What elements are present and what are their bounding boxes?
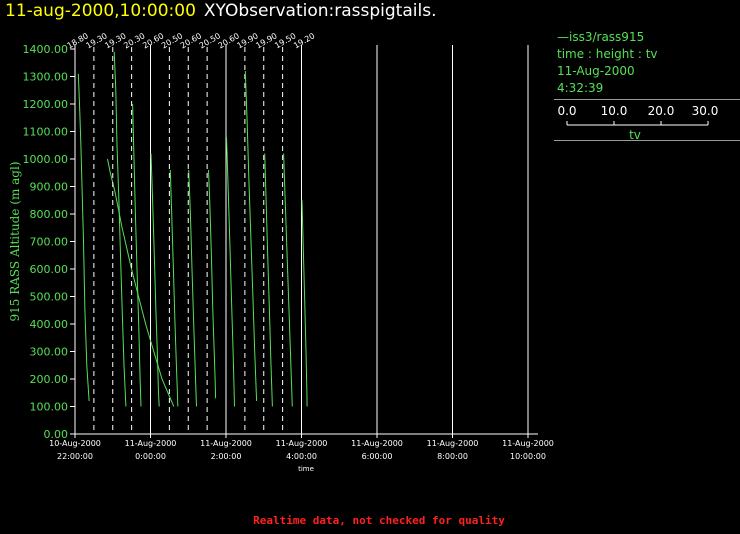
y-tick-label: 1300.00 [23, 71, 69, 84]
y-tick-label: 1100.00 [23, 126, 69, 139]
legend-divider [554, 99, 740, 100]
x-tick-time: 10:00:00 [510, 452, 546, 461]
y-tick-label: 900.00 [30, 181, 69, 194]
profile-line [132, 103, 142, 407]
x-tick-time: 2:00:00 [211, 452, 242, 461]
x-tick-time: 0:00:00 [135, 452, 166, 461]
header-title: XYObservation:rasspigtails. [203, 1, 437, 21]
x-tick-date: 11-Aug-2000 [502, 439, 554, 448]
y-axis-label: 915 RASS Altitude (m agl) [8, 161, 22, 321]
x-axis-label: time [298, 465, 314, 473]
scale-tick-label: 30.0 [692, 104, 719, 118]
profile-line [113, 51, 127, 407]
profile-line [208, 169, 217, 399]
profile-line [107, 158, 175, 407]
legend-axes: time : height : tv [557, 47, 658, 61]
profile-line [77, 73, 90, 402]
y-tick-label: 400.00 [30, 318, 69, 331]
legend-scale: 0.0 10.0 20.0 30.0 tv [557, 104, 719, 142]
x-tick-date: 11-Aug-2000 [125, 439, 177, 448]
y-tick-label: 1200.00 [23, 98, 69, 111]
profile-line [283, 153, 293, 407]
x-tick-date: 11-Aug-2000 [200, 439, 252, 448]
scale-tick-label: 0.0 [557, 104, 576, 118]
header: 11-aug-2000,10:00:00 XYObservation:rasspi… [5, 0, 436, 22]
quality-notice: Realtime data, not checked for quality [253, 514, 505, 527]
y-tick-label: 600.00 [30, 263, 69, 276]
legend-divider [554, 140, 740, 141]
x-tick-time: 8:00:00 [437, 452, 468, 461]
y-tick-label: 300.00 [30, 346, 69, 359]
x-tick-date: 11-Aug-2000 [276, 439, 328, 448]
scale-tick-label: 20.0 [648, 104, 675, 118]
x-tick-time: 22:00:00 [57, 452, 93, 461]
y-tick-label: 100.00 [30, 401, 69, 414]
profile-line [301, 200, 308, 407]
y-tick-label: 200.00 [30, 373, 69, 386]
y-tick-label: 1400.00 [23, 43, 69, 56]
profile-line [244, 70, 258, 402]
x-tick-date: 11-Aug-2000 [351, 439, 403, 448]
legend-source: —iss3/rass915 [557, 30, 645, 44]
profile-line [226, 136, 235, 407]
y-tick-label: 700.00 [30, 236, 69, 249]
legend-panel: —iss3/rass915 time : height : tv 11-Aug-… [554, 29, 740, 142]
profile-line [264, 153, 273, 407]
y-tick-label: 500.00 [30, 291, 69, 304]
y-tick-label: 1000.00 [23, 153, 69, 166]
x-tick-date: 11-Aug-2000 [427, 439, 479, 448]
profile-label: 19.20 [292, 31, 316, 50]
x-tick-time: 4:00:00 [286, 452, 317, 461]
legend-date: 11-Aug-2000 [557, 64, 635, 78]
profile-line [188, 169, 197, 407]
header-date: 11-aug-2000,10:00:00 [5, 1, 196, 21]
x-tick-date: 10-Aug-2000 [49, 439, 101, 448]
x-tick-time: 6:00:00 [362, 452, 393, 461]
scale-tick-label: 10.0 [601, 104, 628, 118]
profile-line [150, 153, 160, 407]
y-tick-label: 800.00 [30, 208, 69, 221]
legend-time: 4:32:39 [557, 81, 604, 95]
profile-line [169, 169, 179, 407]
